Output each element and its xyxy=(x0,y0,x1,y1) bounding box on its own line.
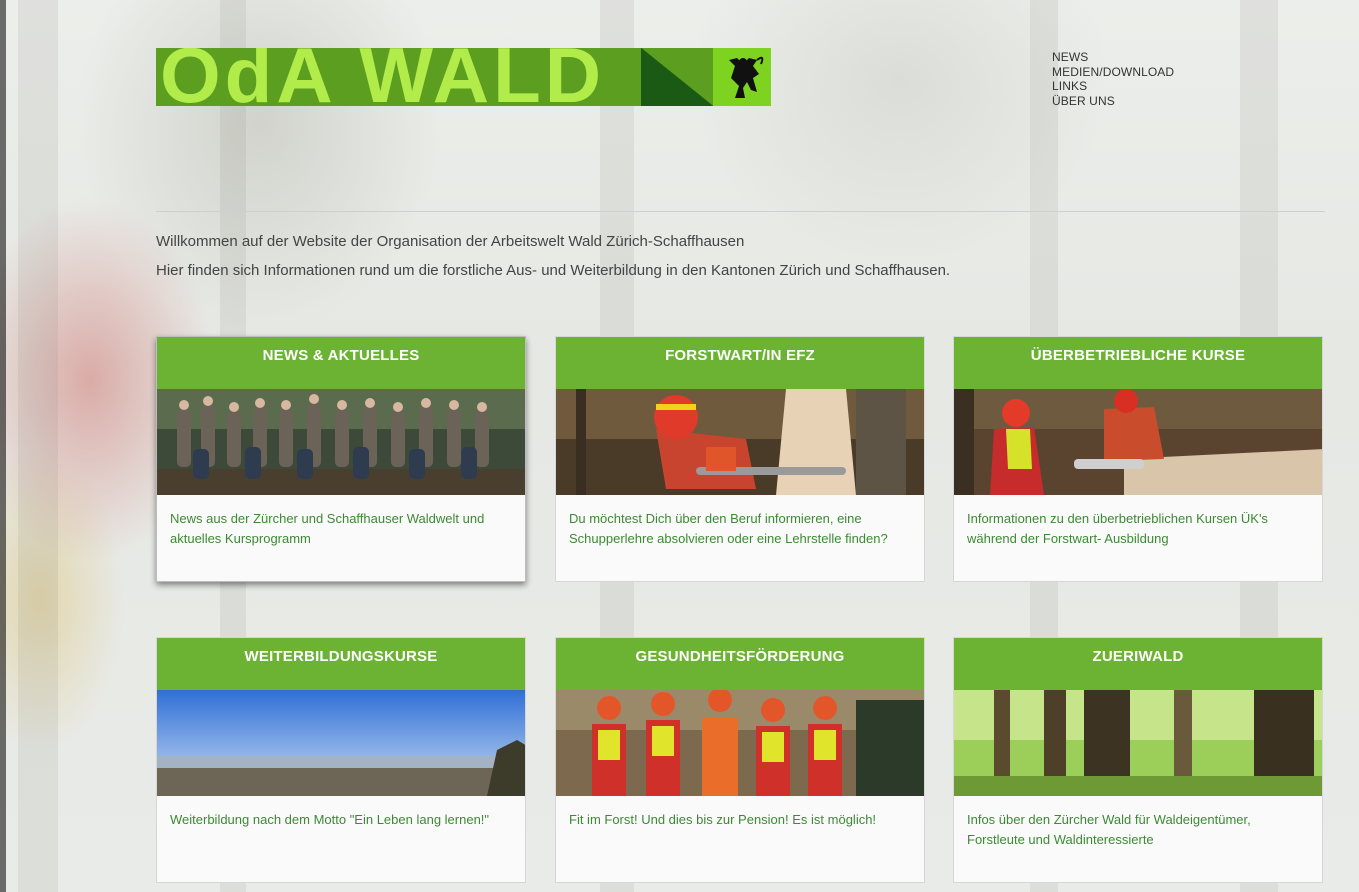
card-title: NEWS & AKTUELLES xyxy=(157,337,525,389)
card-description: Du möchtest Dich über den Beruf informie… xyxy=(569,511,888,546)
nav-medien-download[interactable]: MEDIEN/DOWNLOAD xyxy=(1052,65,1174,80)
card-description: Informationen zu den überbetrieblichen K… xyxy=(967,511,1268,546)
main-nav: NEWS MEDIEN/DOWNLOAD LINKS ÜBER UNS xyxy=(1052,50,1174,108)
flag-triangle-icon xyxy=(641,48,713,106)
card-image-group-photo xyxy=(157,389,525,495)
card-description: Fit im Forst! Und dies bis zur Pension! … xyxy=(569,812,877,827)
card-weiterbildungskurse[interactable]: WEITERBILDUNGSKURSE Weiterbildung nach d… xyxy=(156,637,526,883)
intro-text: Willkommen auf der Website der Organisat… xyxy=(156,231,950,289)
logo[interactable]: OdA WALD xyxy=(156,48,771,106)
card-image-chainsaw xyxy=(556,389,924,495)
intro-line-1: Willkommen auf der Website der Organisat… xyxy=(156,233,745,250)
card-description: Infos über den Zürcher Wald für Waldeige… xyxy=(967,812,1251,847)
card-zueriwald[interactable]: ZUERIWALD Infos über den Zürcher Wald fü… xyxy=(953,637,1323,883)
card-title: FORSTWART/IN EFZ xyxy=(556,337,924,389)
card-image-forest xyxy=(954,690,1322,796)
card-title: WEITERBILDUNGSKURSE xyxy=(157,638,525,690)
card-image-forestry-work xyxy=(954,389,1322,495)
card-image-landscape xyxy=(157,690,525,796)
card-title: GESUNDHEITSFÖRDERUNG xyxy=(556,638,924,690)
page-content: OdA WALD NEWS MEDIEN/DOWNLOAD LINKS ÜBER… xyxy=(156,0,1325,892)
nav-news[interactable]: NEWS xyxy=(1052,50,1174,65)
nav-links[interactable]: LINKS xyxy=(1052,79,1174,94)
card-image-forest-workers xyxy=(556,690,924,796)
card-news-aktuelles[interactable]: NEWS & AKTUELLES News aus der Zürcher un… xyxy=(156,336,526,582)
intro-line-2: Hier finden sich Informationen rund um d… xyxy=(156,262,951,279)
card-description: News aus der Zürcher und Schaffhauser Wa… xyxy=(170,511,485,546)
card-title: ÜBERBETRIEBLICHE KURSE xyxy=(954,337,1322,389)
card-title: ZUERIWALD xyxy=(954,638,1322,690)
card-gesundheitsfoerderung[interactable]: GESUNDHEITSFÖRDERUNG Fit im Forst! Und d… xyxy=(555,637,925,883)
logo-text: OdA WALD xyxy=(160,48,606,106)
card-ueberbetriebliche-kurse[interactable]: ÜBERBETRIEBLICHE KURSE Informationen zu … xyxy=(953,336,1323,582)
card-forstwart-efz[interactable]: FORSTWART/IN EFZ Du möchtest Dich über d… xyxy=(555,336,925,582)
divider xyxy=(156,211,1325,212)
nav-ueber-uns[interactable]: ÜBER UNS xyxy=(1052,94,1174,109)
card-description: Weiterbildung nach dem Motto "Ein Leben … xyxy=(170,812,490,827)
zurich-lion-icon xyxy=(713,48,771,106)
